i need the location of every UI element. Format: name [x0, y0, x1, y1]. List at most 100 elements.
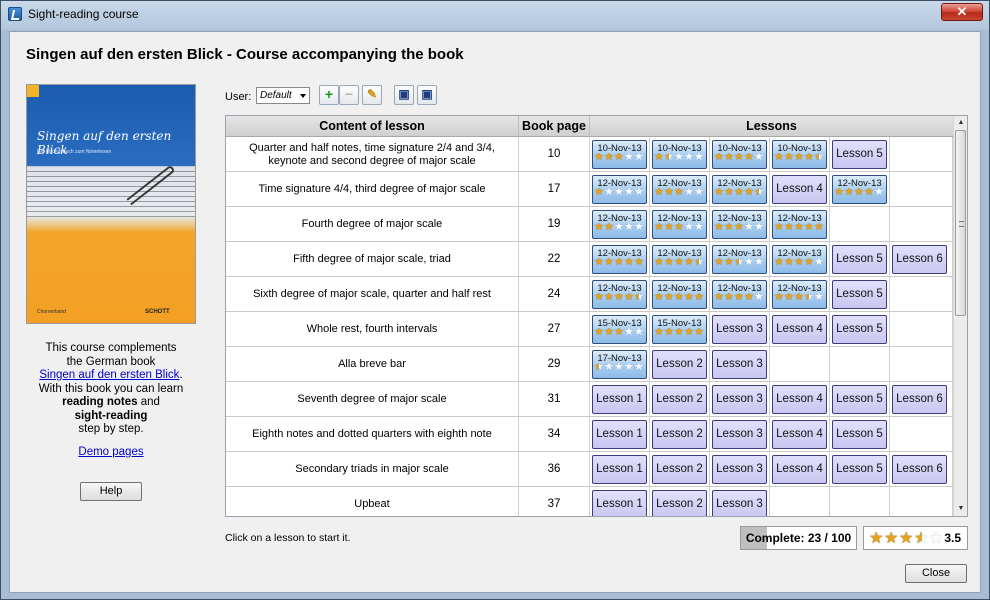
star-icon [614, 185, 624, 198]
completed-lesson-button[interactable]: 10-Nov-13 [652, 140, 707, 169]
completed-lesson-button[interactable]: 10-Nov-13 [712, 140, 767, 169]
completed-lesson-button[interactable]: 12-Nov-13 [652, 210, 707, 239]
lesson-button[interactable]: Lesson 2 [652, 385, 707, 414]
completed-lesson-button[interactable]: 12-Nov-13 [712, 175, 767, 204]
lesson-button[interactable]: Lesson 1 [592, 385, 647, 414]
completed-lesson-button[interactable]: 12-Nov-13 [772, 210, 827, 239]
cover-left-logo: Chorverband [37, 309, 66, 315]
lesson-button[interactable]: Lesson 5 [832, 245, 887, 274]
star-icon [684, 255, 694, 268]
lesson-slot: Lesson 4 [770, 452, 830, 487]
lesson-slot: Lesson 5 [830, 137, 890, 172]
star-icon [794, 290, 804, 303]
scroll-up-icon[interactable]: ▲ [954, 116, 967, 130]
lesson-button[interactable]: Lesson 5 [832, 455, 887, 484]
table-row: Alla breve bar2917-Nov-13Lesson 2Lesson … [226, 347, 953, 382]
lesson-slot: Lesson 2 [650, 347, 710, 382]
completed-lesson-button[interactable]: 12-Nov-13 [652, 280, 707, 309]
title-bar[interactable]: Sight-reading course ✕ [1, 1, 989, 27]
lesson-button[interactable]: Lesson 5 [832, 420, 887, 449]
header-book-page[interactable]: Book page [519, 116, 590, 137]
completed-lesson-button[interactable]: 12-Nov-13 [712, 280, 767, 309]
lesson-button[interactable]: Lesson 3 [712, 385, 767, 414]
lesson-button[interactable]: Lesson 2 [652, 350, 707, 379]
rating-stars [773, 255, 826, 270]
lesson-button[interactable]: Lesson 3 [712, 350, 767, 379]
lesson-button[interactable]: Lesson 4 [772, 385, 827, 414]
rating-stars [773, 150, 826, 165]
star-icon [654, 325, 664, 338]
lesson-slot: 10-Nov-13 [590, 137, 650, 172]
lesson-button[interactable]: Lesson 2 [652, 455, 707, 484]
lesson-button[interactable]: Lesson 5 [832, 140, 887, 169]
star-icon [674, 220, 684, 233]
lesson-button[interactable]: Lesson 6 [892, 385, 947, 414]
book-page-cell: 27 [519, 312, 590, 347]
book-page-cell: 36 [519, 452, 590, 487]
lesson-slot: 12-Nov-13 [650, 207, 710, 242]
lesson-button[interactable]: Lesson 5 [832, 315, 887, 344]
lesson-content-cell: Whole rest, fourth intervals [226, 312, 519, 347]
lesson-button[interactable]: Lesson 4 [772, 315, 827, 344]
scroll-thumb[interactable] [955, 130, 966, 316]
lesson-button[interactable]: Lesson 6 [892, 455, 947, 484]
completed-lesson-button[interactable]: 12-Nov-13 [652, 175, 707, 204]
completed-lesson-button[interactable]: 12-Nov-13 [592, 175, 647, 204]
vertical-scrollbar[interactable]: ▲ ▼ [953, 116, 967, 516]
star-icon [914, 528, 929, 548]
lesson-button[interactable]: Lesson 5 [832, 385, 887, 414]
table-body: Quarter and half notes, time signature 2… [226, 137, 953, 516]
lesson-content-cell: Upbeat [226, 487, 519, 516]
lesson-button[interactable]: Lesson 3 [712, 455, 767, 484]
lesson-button[interactable]: Lesson 4 [772, 175, 827, 204]
lesson-button[interactable]: Lesson 1 [592, 455, 647, 484]
completed-lesson-button[interactable]: 12-Nov-13 [592, 245, 647, 274]
window-close-button[interactable]: ✕ [941, 3, 983, 21]
completed-lesson-button[interactable]: 12-Nov-13 [772, 245, 827, 274]
completed-lesson-button[interactable]: 17-Nov-13 [592, 350, 647, 379]
completed-lesson-button[interactable]: 12-Nov-13 [712, 210, 767, 239]
save-button[interactable]: ▣ [394, 85, 414, 105]
star-icon [804, 220, 814, 233]
header-content[interactable]: Content of lesson [226, 116, 519, 137]
demo-pages-link[interactable]: Demo pages [26, 446, 196, 458]
book-link[interactable]: Singen auf den ersten Blick [39, 369, 179, 381]
lesson-button[interactable]: Lesson 3 [712, 420, 767, 449]
rating-stars [773, 290, 826, 305]
lesson-content-cell: Time signature 4/4, third degree of majo… [226, 172, 519, 207]
completed-lesson-button[interactable]: 15-Nov-13 [652, 315, 707, 344]
book-page-cell: 24 [519, 277, 590, 312]
completed-lesson-button[interactable]: 10-Nov-13 [592, 140, 647, 169]
header-lessons[interactable]: Lessons [590, 116, 953, 137]
lesson-button[interactable]: Lesson 3 [712, 490, 767, 516]
lesson-button[interactable]: Lesson 1 [592, 420, 647, 449]
star-icon [634, 325, 644, 338]
load-button[interactable]: ▣ [417, 85, 437, 105]
lesson-button[interactable]: Lesson 5 [832, 280, 887, 309]
completed-lesson-button[interactable]: 12-Nov-13 [712, 245, 767, 274]
completed-lesson-button[interactable]: 10-Nov-13 [772, 140, 827, 169]
lesson-button[interactable]: Lesson 3 [712, 315, 767, 344]
lesson-button[interactable]: Lesson 2 [652, 490, 707, 516]
user-select[interactable]: Default [256, 87, 310, 104]
completed-lesson-button[interactable]: 12-Nov-13 [652, 245, 707, 274]
close-button[interactable]: Close [905, 564, 967, 583]
lesson-button[interactable]: Lesson 4 [772, 455, 827, 484]
completed-lesson-button[interactable]: 15-Nov-13 [592, 315, 647, 344]
remove-user-button[interactable]: − [339, 85, 359, 105]
completed-lesson-button[interactable]: 12-Nov-13 [592, 280, 647, 309]
star-icon [714, 290, 724, 303]
completed-lesson-button[interactable]: 12-Nov-13 [832, 175, 887, 204]
add-user-button[interactable]: + [319, 85, 339, 105]
completed-lesson-button[interactable]: 12-Nov-13 [772, 280, 827, 309]
lesson-button[interactable]: Lesson 1 [592, 490, 647, 516]
edit-user-button[interactable]: ✎ [362, 85, 382, 105]
completed-lesson-button[interactable]: 12-Nov-13 [592, 210, 647, 239]
lesson-button[interactable]: Lesson 6 [892, 245, 947, 274]
lesson-button[interactable]: Lesson 2 [652, 420, 707, 449]
help-button[interactable]: Help [80, 482, 142, 501]
star-icon [694, 220, 704, 233]
scroll-down-icon[interactable]: ▼ [954, 502, 967, 516]
lesson-slot [890, 277, 953, 312]
lesson-button[interactable]: Lesson 4 [772, 420, 827, 449]
